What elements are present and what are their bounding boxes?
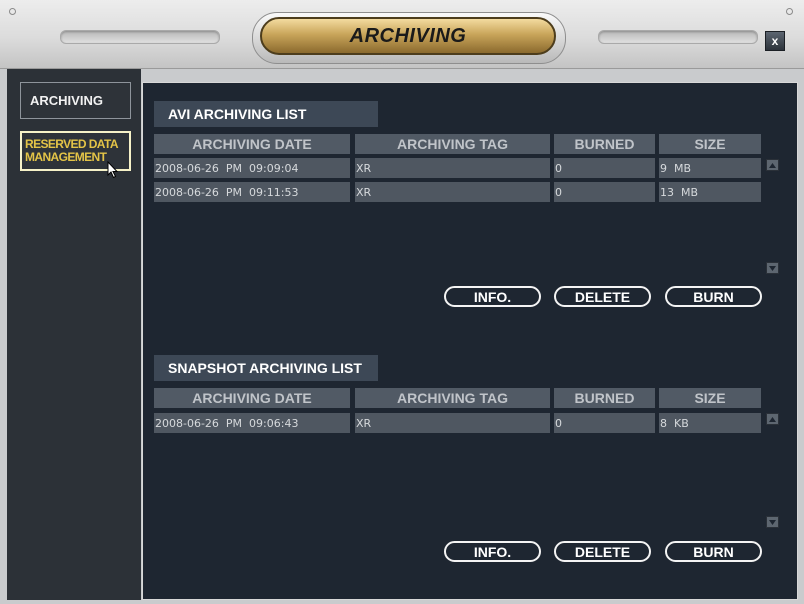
scroll-up-button[interactable] [766,159,779,171]
scroll-down-button[interactable] [766,516,779,528]
corner-screw-icon [786,8,793,15]
title-groove-left [60,30,220,44]
corner-screw-icon [9,8,16,15]
column-header-archiving-date[interactable]: ARCHIVING DATE [154,134,350,154]
triangle-up-icon [769,162,776,168]
archiving-date-cell: 2008-06-26 PM 09:09:04 [154,158,350,178]
column-header-size[interactable]: SIZE [659,134,761,154]
archiving-tag-cell: XR [355,182,550,202]
burn-button[interactable]: BURN [665,286,762,307]
avi-list-title: AVI ARCHIVING LIST [154,101,378,127]
triangle-down-icon [769,265,776,271]
archiving-main-panel: AVI ARCHIVING LIST ARCHIVING DATE ARCHIV… [142,82,798,600]
info-button[interactable]: INFO. [444,286,541,307]
title-bar: ARCHIVING x [0,0,804,69]
archiving-tag-cell: XR [355,158,550,178]
column-header-archiving-tag[interactable]: ARCHIVING TAG [355,388,550,408]
scroll-up-button[interactable] [766,413,779,425]
column-header-size[interactable]: SIZE [659,388,761,408]
burned-cell: 0 [554,158,655,178]
title-plate: ARCHIVING [260,17,556,55]
burn-button[interactable]: BURN [665,541,762,562]
sidebar-item-label: ARCHIVING [30,93,103,108]
archiving-tag-cell: XR [355,413,550,433]
column-header-burned[interactable]: BURNED [554,388,655,408]
scroll-down-button[interactable] [766,262,779,274]
size-cell: 8 KB [659,413,761,433]
section-title-text: AVI ARCHIVING LIST [168,106,307,122]
burned-cell: 0 [554,413,655,433]
burned-cell: 0 [554,182,655,202]
archiving-date-cell: 2008-06-26 PM 09:11:53 [154,182,350,202]
title-groove-right [598,30,758,44]
column-header-archiving-tag[interactable]: ARCHIVING TAG [355,134,550,154]
mouse-cursor-icon [107,161,119,179]
size-cell: 9 MB [659,158,761,178]
close-button[interactable]: x [765,31,785,51]
delete-button[interactable]: DELETE [554,286,651,307]
column-header-archiving-date[interactable]: ARCHIVING DATE [154,388,350,408]
close-icon: x [771,34,779,48]
section-title-text: SNAPSHOT ARCHIVING LIST [168,360,362,376]
sidebar: ARCHIVING RESERVED DATA MANAGEMENT [7,69,141,600]
size-cell: 13 MB [659,182,761,202]
triangle-down-icon [769,519,776,525]
archiving-date-cell: 2008-06-26 PM 09:06:43 [154,413,350,433]
window-title: ARCHIVING [349,24,467,47]
snapshot-list-title: SNAPSHOT ARCHIVING LIST [154,355,378,381]
sidebar-item-archiving[interactable]: ARCHIVING [20,82,131,119]
delete-button[interactable]: DELETE [554,541,651,562]
column-header-burned[interactable]: BURNED [554,134,655,154]
triangle-up-icon [769,416,776,422]
info-button[interactable]: INFO. [444,541,541,562]
